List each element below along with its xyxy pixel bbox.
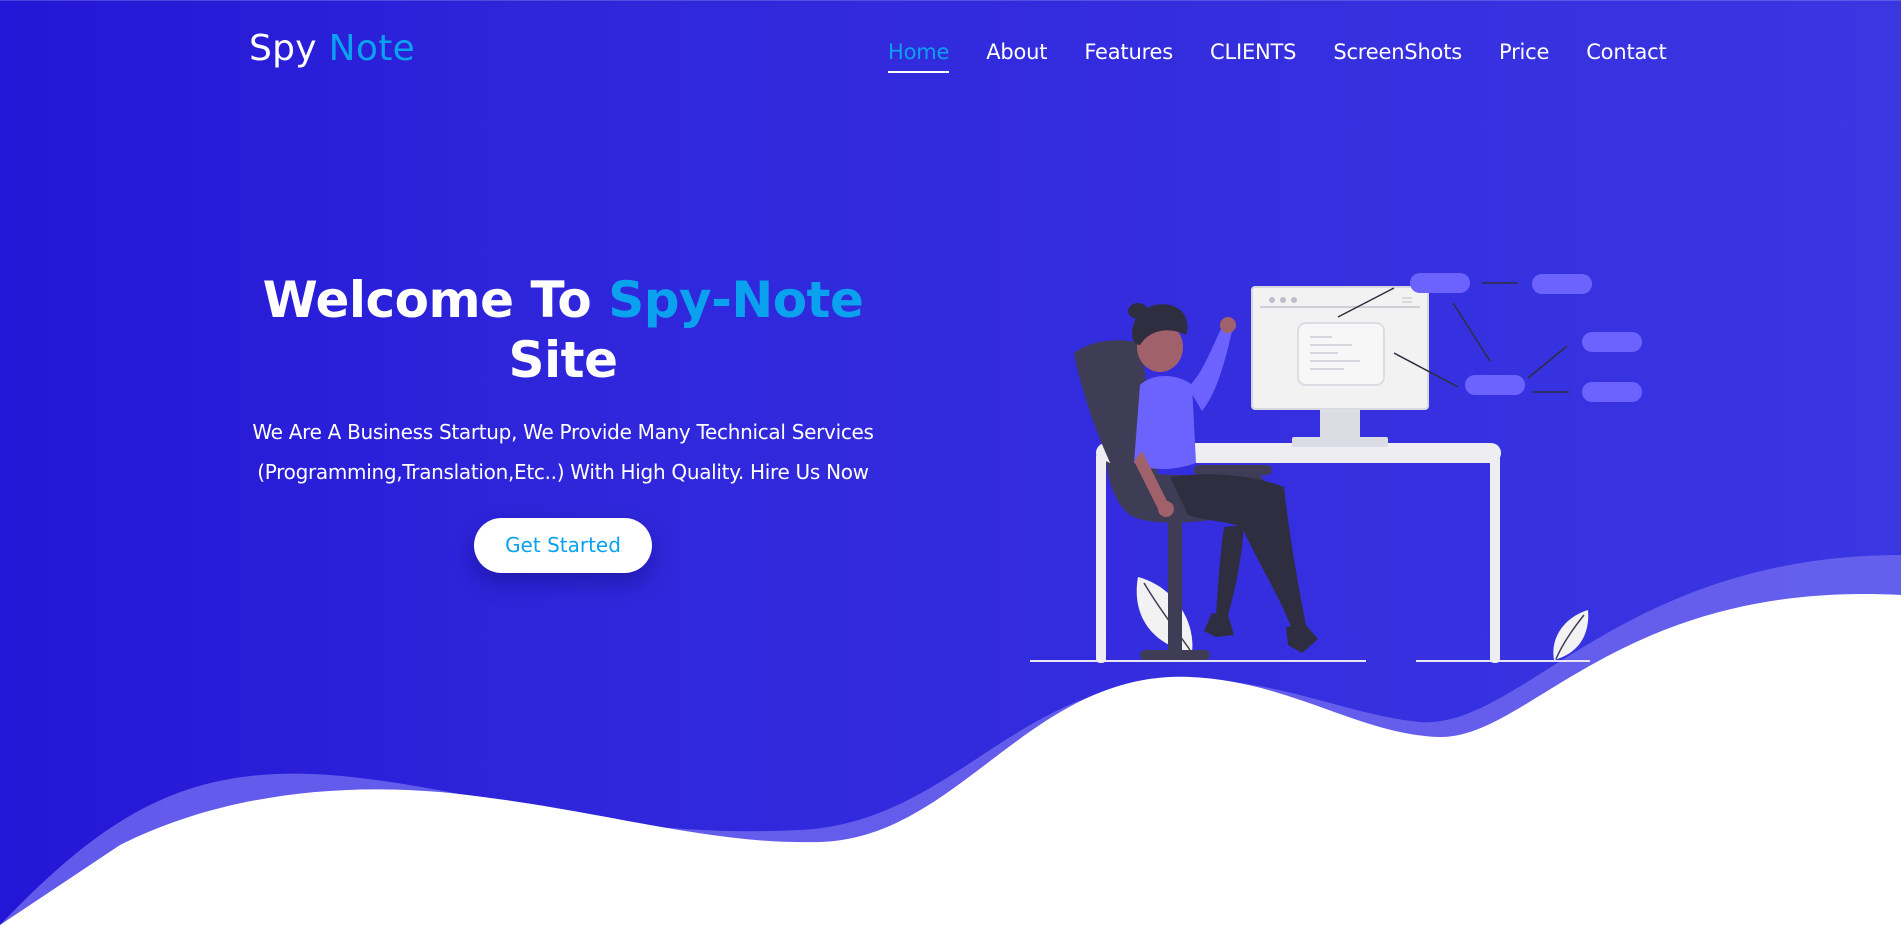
- logo-text-primary: Spy: [249, 28, 317, 69]
- hero-title-prefix: Welcome To: [262, 271, 592, 329]
- site-logo[interactable]: Spy Note: [249, 28, 415, 69]
- get-started-button[interactable]: Get Started: [474, 518, 652, 573]
- nav-item-screenshots[interactable]: ScreenShots: [1333, 40, 1462, 73]
- nav-item-contact[interactable]: Contact: [1586, 40, 1667, 73]
- logo-text-accent: Note: [328, 28, 416, 69]
- hero-title-suffix: Site: [508, 331, 618, 389]
- nav-item-about[interactable]: About: [986, 40, 1047, 73]
- hero-description: We Are A Business Startup, We Provide Ma…: [252, 420, 874, 484]
- hero-content: Welcome To Spy-Note Site We Are A Busine…: [248, 270, 878, 573]
- nav-item-features[interactable]: Features: [1084, 40, 1173, 73]
- nav-item-clients[interactable]: CLIENTS: [1210, 40, 1296, 73]
- hero-title: Welcome To Spy-Note Site: [248, 270, 878, 390]
- hero-title-accent: Spy-Note: [608, 271, 864, 329]
- workspace-illustration: [1030, 273, 1642, 663]
- nav-item-price[interactable]: Price: [1499, 40, 1549, 73]
- hero-section: Spy Note Home About Features CLIENTS Scr…: [0, 0, 1901, 925]
- main-nav: Home About Features CLIENTS ScreenShots …: [888, 40, 1667, 73]
- nav-item-home[interactable]: Home: [888, 40, 949, 73]
